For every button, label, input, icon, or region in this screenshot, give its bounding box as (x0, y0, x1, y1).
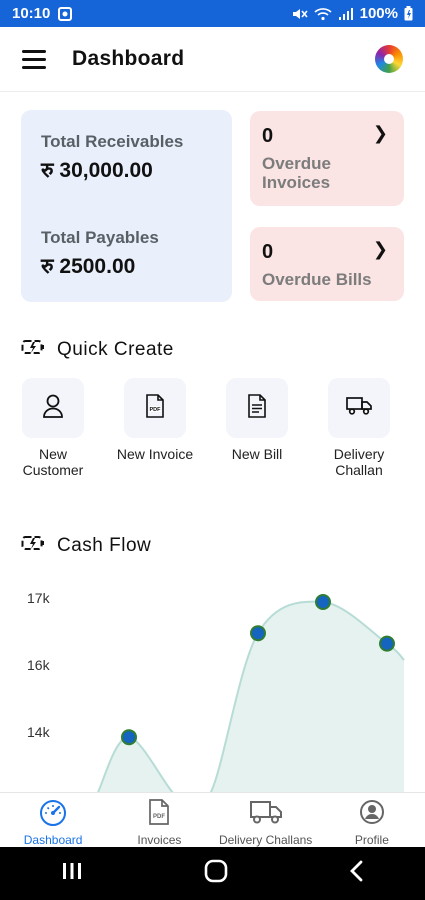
status-bar: 10:10 100% (0, 0, 425, 27)
delivery-challan-label: Delivery Challan (333, 446, 385, 478)
cash-flow-chart-svg: 17k 16k 14k (27, 590, 405, 792)
new-invoice-label: New Invoice (116, 446, 194, 462)
new-invoice-tile[interactable]: PDF (124, 378, 186, 438)
speedometer-icon (38, 798, 68, 831)
page-title: Dashboard (72, 47, 185, 70)
payables-label: Total Payables (41, 228, 159, 247)
receivables-label: Total Receivables (41, 132, 184, 151)
nav-item-dashboard[interactable]: Dashboard (0, 793, 106, 847)
document-icon (247, 393, 267, 423)
battery-percent: 100% (359, 5, 398, 22)
theme-color-icon[interactable] (375, 45, 403, 73)
nav-item-profile[interactable]: Profile (319, 793, 425, 847)
nav-item-delivery-challans[interactable]: Delivery Challans (213, 793, 319, 847)
new-customer-tile[interactable] (22, 378, 84, 438)
chevron-right-icon: ❯ (372, 123, 388, 143)
cash-flow-point[interactable] (379, 635, 395, 652)
payables-value: रु 2500.00 (41, 255, 136, 278)
system-nav-bar (0, 847, 425, 900)
pdf-file-icon: PDF (145, 393, 165, 423)
receivables-value: रु 30,000.00 (41, 159, 153, 182)
quick-create-heading: Quick Create (21, 338, 174, 362)
payables-block: Total Payables रु 2500.00 (41, 228, 212, 280)
notification-app-icon (58, 6, 73, 21)
cash-flow-point[interactable] (250, 625, 266, 642)
cash-flow-point[interactable] (121, 729, 137, 746)
overdue-invoices-card[interactable]: 0 ❯ Overdue Invoices (250, 111, 404, 206)
nav-item-invoices[interactable]: PDF Invoices (106, 793, 212, 847)
cash-flow-chart: 17k 16k 14k (0, 570, 425, 792)
app-header: Dashboard (0, 27, 425, 92)
receivables-block: Total Receivables रु 30,000.00 (41, 132, 212, 184)
overdue-bills-card[interactable]: 0 ❯ Overdue Bills (250, 227, 404, 301)
svg-text:PDF: PDF (150, 407, 162, 413)
back-icon[interactable] (349, 860, 365, 887)
overdue-invoices-label: Overdue Invoices (262, 154, 331, 192)
new-customer-button[interactable]: New Customer (13, 378, 93, 478)
bottom-nav: Dashboard PDF Invoices Delivery Challans… (0, 792, 425, 847)
signal-icon (338, 7, 354, 21)
nav-label-dashboard: Dashboard (23, 833, 83, 847)
truck-icon (249, 798, 283, 831)
y-tick-label: 17k (27, 590, 51, 606)
recent-apps-icon[interactable] (61, 862, 83, 885)
nav-label-profile: Profile (354, 833, 389, 847)
new-bill-tile[interactable] (226, 378, 288, 438)
pdf-file-icon: PDF (147, 798, 171, 831)
battery-icon (404, 6, 413, 21)
cash-flow-title: Cash Flow (57, 535, 152, 556)
delivery-challan-button[interactable]: Delivery Challan (319, 378, 399, 478)
receivables-payables-card: Total Receivables रु 30,000.00 Total Pay… (21, 110, 232, 302)
home-icon[interactable] (204, 859, 228, 888)
overdue-bills-label: Overdue Bills (262, 270, 372, 289)
new-customer-label: New Customer (22, 446, 84, 478)
charging-battery-icon (21, 338, 47, 362)
new-bill-button[interactable]: New Bill (217, 378, 297, 462)
user-icon (41, 393, 65, 424)
cash-flow-heading: Cash Flow (21, 534, 151, 558)
nav-label-invoices: Invoices (137, 833, 182, 847)
delivery-challan-tile[interactable] (328, 378, 390, 438)
mute-icon (292, 7, 308, 21)
y-tick-label: 14k (27, 724, 51, 740)
nav-label-delivery-challans: Delivery Challans (218, 833, 313, 847)
new-bill-label: New Bill (231, 446, 283, 462)
menu-icon[interactable] (22, 46, 48, 72)
svg-text:PDF: PDF (153, 814, 165, 820)
status-time: 10:10 (12, 5, 51, 22)
profile-icon (358, 798, 386, 831)
truck-icon (346, 396, 372, 421)
charging-battery-icon (21, 534, 47, 558)
wifi-icon (314, 7, 332, 21)
new-invoice-button[interactable]: PDF New Invoice (115, 378, 195, 462)
chevron-right-icon: ❯ (372, 239, 388, 259)
y-tick-label: 16k (27, 657, 51, 673)
cash-flow-point[interactable] (315, 594, 331, 610)
quick-create-title: Quick Create (57, 339, 174, 360)
